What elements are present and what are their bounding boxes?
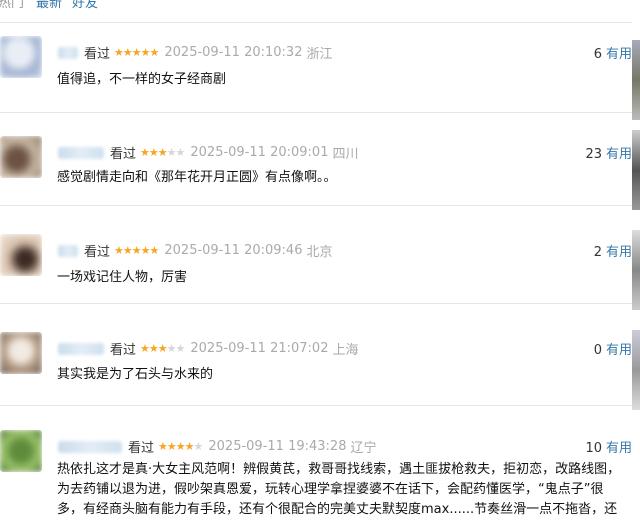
- vote-count: 23: [585, 147, 602, 162]
- star-filled-icon: ★: [114, 244, 124, 257]
- sort-hot-tab[interactable]: 热门: [0, 0, 24, 11]
- star-empty-icon: ★: [193, 440, 204, 453]
- review-time: 2025-09-11 19:43:28: [208, 439, 347, 454]
- vote-area: 2 有用: [594, 241, 632, 260]
- review-content: 感觉剧情走向和《那年花开月正圆》有点像啊。。: [57, 170, 337, 185]
- vote-area: 6 有用: [594, 43, 632, 62]
- review-location: 四川: [332, 147, 359, 162]
- star-filled-icon: ★: [140, 46, 151, 59]
- watched-label: 看过: [84, 245, 111, 260]
- rating-stars: ★★★★★: [114, 244, 160, 257]
- watched-label: 看过: [110, 147, 137, 162]
- star-filled-icon: ★: [114, 46, 124, 59]
- star-filled-icon: ★: [175, 440, 186, 453]
- sort-friends-tab[interactable]: 好友: [72, 0, 98, 11]
- username[interactable]: [58, 46, 78, 59]
- divider: [0, 22, 632, 23]
- vote-area: 0 有用: [594, 339, 632, 358]
- watched-label: 看过: [128, 441, 155, 456]
- review-item: 看过 ★★★★★ 2025-09-11 20:10:32 浙江 6 有用 值得追，不一样…: [0, 36, 640, 106]
- star-filled-icon: ★: [149, 46, 160, 59]
- review-location: 北京: [306, 245, 333, 260]
- star-filled-icon: ★: [122, 244, 133, 257]
- username[interactable]: [58, 440, 122, 453]
- sort-bar: 热门 最新 好友: [0, 0, 640, 11]
- vote-area: 23 有用: [585, 143, 632, 162]
- star-filled-icon: ★: [157, 342, 168, 355]
- review-item: 看过 ★★★★★ 2025-09-11 20:09:01 四川 23 有用 感觉剧情走向…: [0, 136, 640, 196]
- rating-stars: ★★★★★: [140, 342, 186, 355]
- review-location: 浙江: [306, 47, 333, 62]
- star-filled-icon: ★: [122, 46, 133, 59]
- star-filled-icon: ★: [157, 146, 168, 159]
- avatar[interactable]: [0, 36, 42, 78]
- review-meta: 看过 ★★★★★ 2025-09-11 20:09:46 北京: [58, 241, 333, 260]
- review-content: 热依扎这才是真·大女主风范啊！辨假黄芪，救哥哥找线索，遇土匪拔枪救夫，拒初恋，改…: [57, 462, 621, 517]
- divider: [0, 405, 632, 406]
- useful-button[interactable]: 有用: [606, 147, 632, 162]
- rating-stars: ★★★★★: [158, 440, 204, 453]
- avatar[interactable]: [0, 332, 42, 374]
- review-content: 其实我是为了石头与水来的: [57, 367, 214, 382]
- review-meta: 看过 ★★★★★ 2025-09-11 19:43:28 辽宁: [58, 437, 377, 456]
- review-meta: 看过 ★★★★★ 2025-09-11 21:07:02 上海: [58, 339, 359, 358]
- avatar[interactable]: [0, 136, 42, 178]
- star-filled-icon: ★: [184, 440, 195, 453]
- review-location: 辽宁: [350, 441, 377, 456]
- review-time: 2025-09-11 20:10:32: [164, 45, 303, 60]
- useful-button[interactable]: 有用: [606, 343, 632, 358]
- divider: [0, 205, 632, 206]
- star-filled-icon: ★: [140, 342, 150, 355]
- star-filled-icon: ★: [131, 244, 142, 257]
- star-empty-icon: ★: [166, 146, 177, 159]
- username[interactable]: [58, 244, 78, 257]
- review-content: 值得追，不一样的女子经商剧: [57, 72, 227, 87]
- vote-count: 10: [585, 441, 602, 456]
- star-filled-icon: ★: [148, 146, 159, 159]
- review-meta: 看过 ★★★★★ 2025-09-11 20:10:32 浙江: [58, 43, 333, 62]
- vote-count: 2: [593, 245, 602, 260]
- avatar[interactable]: [0, 234, 42, 276]
- review-item: 看过 ★★★★★ 2025-09-11 21:07:02 上海 0 有用 其实我是为了石…: [0, 332, 640, 392]
- star-empty-icon: ★: [175, 342, 186, 355]
- useful-button[interactable]: 有用: [606, 245, 632, 260]
- avatar[interactable]: [0, 430, 42, 472]
- star-filled-icon: ★: [140, 244, 151, 257]
- review-meta: 看过 ★★★★★ 2025-09-11 20:09:01 四川: [58, 143, 359, 162]
- review-content: 一场戏记住人物，厉害: [57, 270, 188, 285]
- username[interactable]: [58, 146, 104, 159]
- watched-label: 看过: [84, 47, 111, 62]
- useful-button[interactable]: 有用: [606, 47, 632, 62]
- review-item: 看过 ★★★★★ 2025-09-11 20:09:46 北京 2 有用 一场戏记住人物…: [0, 234, 640, 294]
- vote-count: 0: [593, 343, 602, 358]
- star-filled-icon: ★: [140, 146, 150, 159]
- review-time: 2025-09-11 20:09:01: [190, 145, 329, 160]
- review-time: 2025-09-11 20:09:46: [164, 243, 303, 258]
- watched-label: 看过: [110, 343, 137, 358]
- sort-latest-tab[interactable]: 最新: [36, 0, 62, 11]
- review-time: 2025-09-11 21:07:02: [190, 341, 329, 356]
- divider: [0, 303, 632, 304]
- star-filled-icon: ★: [149, 244, 160, 257]
- rating-stars: ★★★★★: [140, 146, 186, 159]
- review-location: 上海: [332, 343, 359, 358]
- vote-count: 6: [593, 47, 602, 62]
- review-item: 看过 ★★★★★ 2025-09-11 19:43:28 辽宁 10 有用 热依扎这才是…: [0, 430, 640, 522]
- star-filled-icon: ★: [148, 342, 159, 355]
- star-empty-icon: ★: [175, 146, 186, 159]
- star-filled-icon: ★: [166, 440, 177, 453]
- useful-button[interactable]: 有用: [606, 441, 632, 456]
- vote-area: 10 有用: [585, 437, 632, 456]
- star-filled-icon: ★: [131, 46, 142, 59]
- username[interactable]: [58, 342, 104, 355]
- star-empty-icon: ★: [166, 342, 177, 355]
- star-filled-icon: ★: [158, 440, 168, 453]
- divider: [0, 112, 632, 113]
- rating-stars: ★★★★★: [114, 46, 160, 59]
